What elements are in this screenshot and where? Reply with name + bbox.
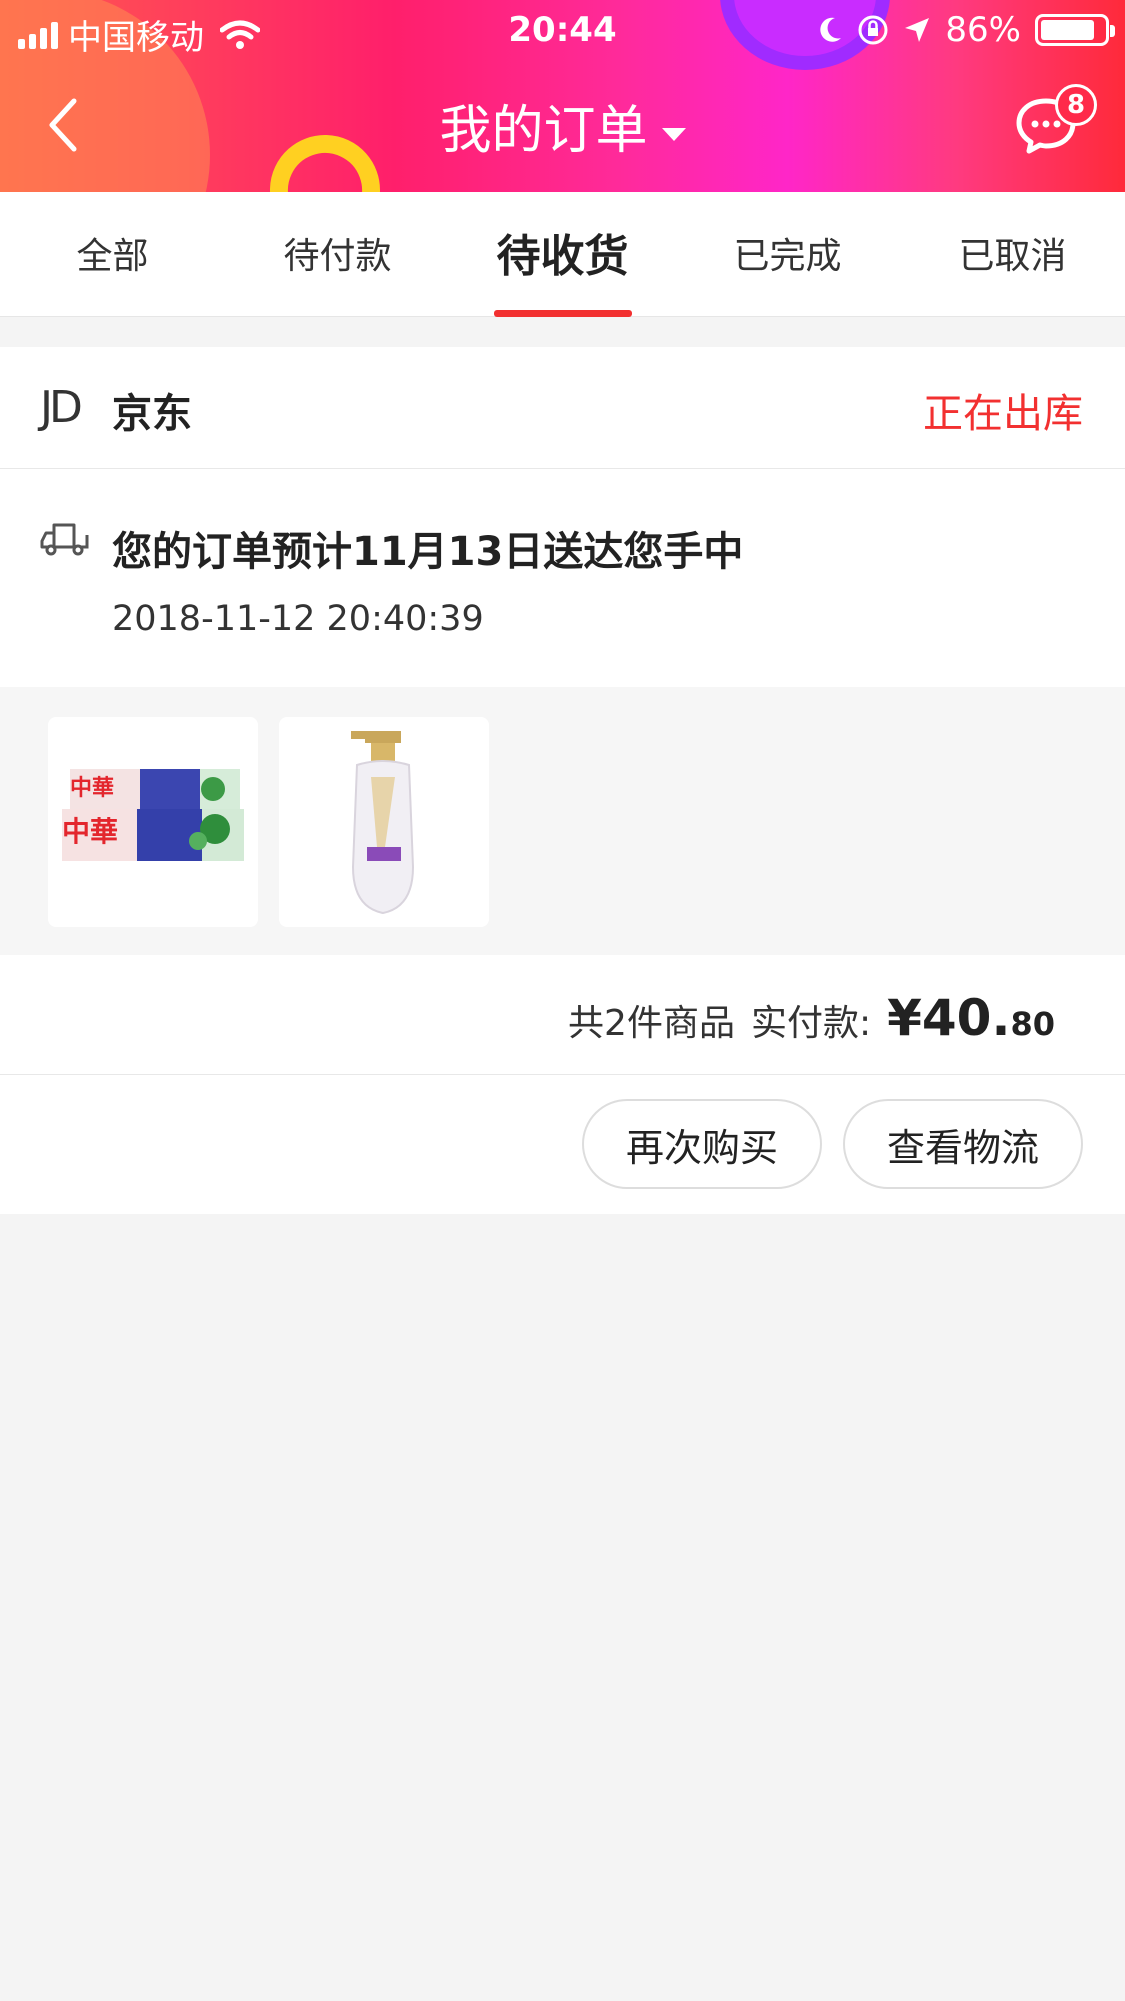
battery-percent: 86% xyxy=(945,10,1021,50)
header-bar: 中国移动 20:44 86% 我的订单 8 xyxy=(0,0,1125,192)
rotation-lock-icon xyxy=(858,15,888,45)
rebuy-button[interactable]: 再次购买 xyxy=(582,1099,822,1189)
battery-icon xyxy=(1035,14,1115,46)
page-title[interactable]: 我的订单 xyxy=(0,88,1125,163)
shampoo-image xyxy=(351,731,415,915)
status-bar: 中国移动 20:44 86% xyxy=(0,0,1125,60)
price-symbol: ¥ xyxy=(887,989,922,1047)
order-actions: 再次购买 查看物流 xyxy=(0,1075,1125,1214)
shop-name: 京东 xyxy=(112,391,192,437)
moon-icon xyxy=(820,17,842,42)
tab-cancelled[interactable]: 已取消 xyxy=(900,192,1125,317)
delivery-timestamp: 2018-11-12 20:40:39 xyxy=(112,599,484,639)
tab-completed[interactable]: 已完成 xyxy=(675,192,900,317)
toothpaste-brand-text: 中華 xyxy=(70,776,114,801)
delivery-estimate: 您的订单预计11月13日送达您手中 xyxy=(112,529,744,575)
view-logistics-button[interactable]: 查看物流 xyxy=(843,1099,1083,1189)
tab-pending-payment[interactable]: 待付款 xyxy=(225,192,450,317)
product-thumbnail-toothpaste[interactable]: 中華 中華 xyxy=(48,717,258,927)
toothpaste-brand-text-large: 中華 xyxy=(62,815,118,848)
tab-pending-receipt[interactable]: 待收货 xyxy=(450,192,675,317)
toothpaste-image: 中華 中華 xyxy=(62,769,244,861)
location-arrow-icon xyxy=(905,18,930,42)
page-title-text: 我的订单 xyxy=(439,101,648,161)
order-tabs: 全部 待付款 待收货 已完成 已取消 xyxy=(0,192,1125,317)
message-badge: 8 xyxy=(1055,84,1097,126)
product-list[interactable]: 中華 中華 xyxy=(0,687,1125,955)
price-decimal: 80 xyxy=(1010,1005,1055,1043)
product-thumbnail-shampoo[interactable] xyxy=(279,717,489,927)
tab-all[interactable]: 全部 xyxy=(0,192,225,317)
order-card[interactable]: JD 京东 正在出库 您的订单预计11月13日送达您手中 2018-11-12 … xyxy=(0,347,1125,1214)
paid-label: 实付款: xyxy=(750,1003,872,1044)
truck-icon xyxy=(40,523,89,556)
active-tab-indicator xyxy=(494,310,632,317)
shop-header[interactable]: JD 京东 正在出库 xyxy=(0,347,1125,469)
paid-amount: ¥40.80 xyxy=(887,989,1055,1047)
item-count: 共2件商品 xyxy=(568,1003,735,1044)
order-summary: 共2件商品 实付款: ¥40.80 xyxy=(0,955,1125,1075)
caret-down-icon xyxy=(661,127,686,141)
price-integer: 40. xyxy=(921,989,1011,1047)
jd-logo: JD xyxy=(40,382,83,433)
order-status: 正在出库 xyxy=(923,391,1083,437)
delivery-info[interactable]: 您的订单预计11月13日送达您手中 2018-11-12 20:40:39 xyxy=(0,469,1125,687)
